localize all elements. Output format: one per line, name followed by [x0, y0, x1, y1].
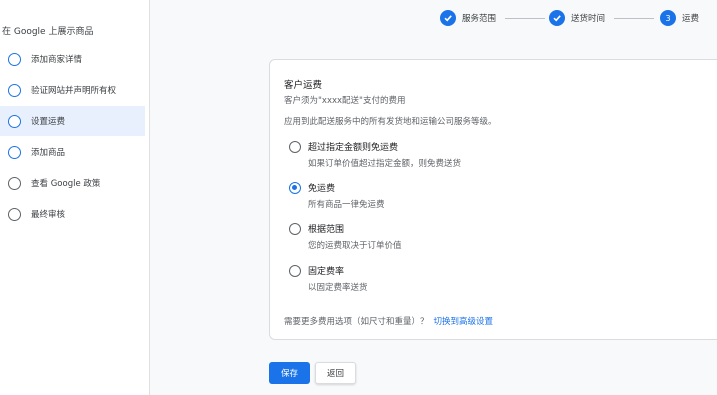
step-label: 服务范围 [462, 14, 497, 24]
sidebar-item-label: 查看 Google 政策 [31, 179, 101, 189]
stepper-step-service-area[interactable]: 服务范围 [440, 9, 496, 27]
step-circle-icon [8, 114, 21, 128]
option-description: 以固定费率送货 [308, 283, 368, 293]
sidebar-item-final-review[interactable]: 最终审核 [0, 199, 145, 229]
shipping-cost-card: 客户运费 客户须为"xxxx配送"支付的费用 应用到此配送服务中的所有发货地和运… [269, 59, 717, 340]
sidebar-item-google-policy[interactable]: 查看 Google 政策 [0, 168, 145, 198]
option-label: 免运费 [308, 184, 336, 194]
sidebar-item-label: 验证网站并声明所有权 [31, 86, 117, 96]
option-flat-rate[interactable]: 固定费率 以固定费率送货 [289, 264, 589, 298]
sidebar-item-label: 添加商品 [31, 148, 66, 158]
sidebar: 在 Google 上展示商品 添加商家详情 验证网站并声明所有权 设置运费 添加… [0, 0, 150, 395]
card-title: 客户运费 [284, 80, 323, 91]
sidebar-item-verify-site[interactable]: 验证网站并声明所有权 [0, 75, 145, 105]
sidebar-item-business-info[interactable]: 添加商家详情 [0, 44, 145, 74]
option-free-shipping[interactable]: 免运费 所有商品一律免运费 [289, 181, 589, 215]
more-options-question: 需要更多费用选项（如尺寸和重量）？ [284, 317, 429, 327]
check-icon [440, 10, 456, 26]
option-description: 所有商品一律免运费 [308, 200, 385, 210]
option-label: 固定费率 [308, 267, 345, 277]
advanced-settings-link[interactable]: 切换到高级设置 [434, 317, 494, 327]
radio-button[interactable] [289, 182, 301, 194]
card-description: 应用到此配送服务中的所有发货地和运输公司服务等级。 [284, 117, 497, 127]
radio-button[interactable] [289, 223, 301, 235]
radio-button[interactable] [289, 265, 301, 277]
step-label: 送货时间 [571, 14, 606, 24]
step-number: 3 [660, 10, 676, 26]
stepper-step-shipping-cost[interactable]: 3 运费 [660, 9, 699, 27]
stepper-connector [505, 18, 545, 19]
stepper-step-delivery-time[interactable]: 送货时间 [549, 9, 605, 27]
sidebar-item-label: 最终审核 [31, 210, 66, 220]
option-description: 如果订单价值超过指定金额，则免费送货 [308, 159, 462, 169]
option-label: 超过指定金额则免运费 [308, 143, 399, 153]
back-button[interactable]: 返回 [315, 362, 356, 384]
step-circle-icon [8, 176, 21, 190]
more-options-text: 需要更多费用选项（如尺寸和重量）？ 切换到高级设置 [284, 315, 493, 327]
step-circle-icon [8, 83, 21, 97]
step-circle-icon [8, 207, 21, 221]
option-free-over-amount[interactable]: 超过指定金额则免运费 如果订单价值超过指定金额，则免费送货 [289, 140, 589, 174]
step-label: 运费 [682, 14, 700, 24]
sidebar-title: 在 Google 上展示商品 [2, 27, 94, 37]
step-circle-icon [8, 52, 21, 66]
sidebar-item-add-products[interactable]: 添加商品 [0, 137, 145, 167]
option-label: 根据范围 [308, 225, 345, 235]
check-icon [549, 10, 565, 26]
sidebar-item-shipping[interactable]: 设置运费 [0, 106, 145, 136]
radio-button[interactable] [289, 141, 301, 153]
step-circle-icon [8, 145, 21, 159]
sidebar-item-label: 设置运费 [31, 117, 66, 127]
stepper-connector [614, 18, 654, 19]
save-button[interactable]: 保存 [269, 362, 310, 384]
card-subtitle: 客户须为"xxxx配送"支付的费用 [284, 96, 406, 106]
option-by-range[interactable]: 根据范围 您的运费取决于订单价值 [289, 222, 589, 256]
sidebar-item-label: 添加商家详情 [31, 55, 83, 65]
option-description: 您的运费取决于订单价值 [308, 241, 402, 251]
